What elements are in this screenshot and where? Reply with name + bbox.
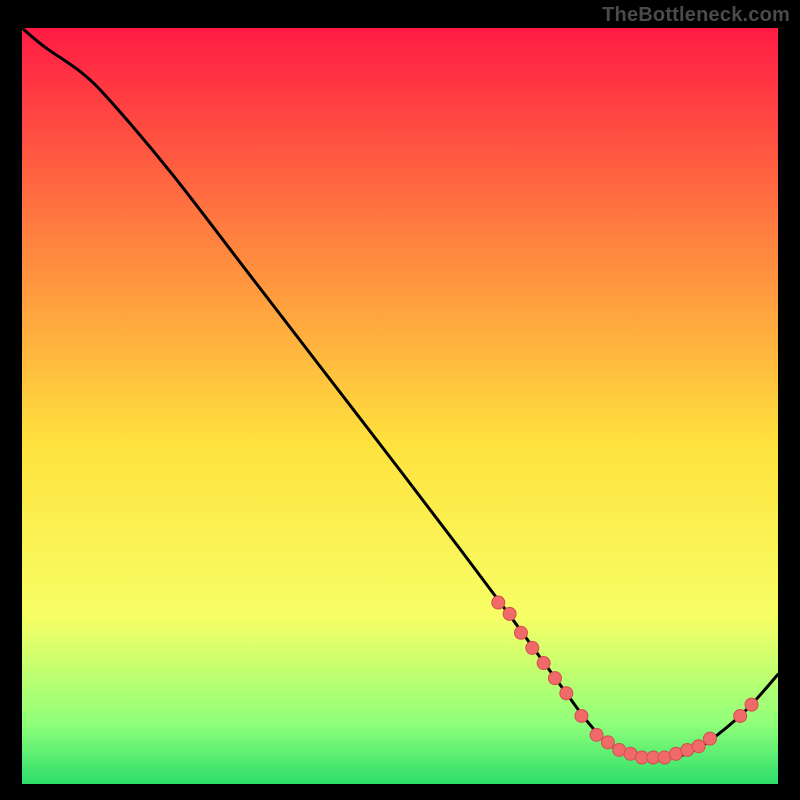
plot-area — [22, 28, 778, 784]
data-marker — [503, 607, 516, 620]
data-marker — [590, 728, 603, 741]
data-marker — [575, 709, 588, 722]
watermark-text: TheBottleneck.com — [602, 4, 790, 27]
data-marker — [548, 672, 561, 685]
data-marker — [703, 732, 716, 745]
data-marker — [601, 736, 614, 749]
data-marker — [526, 641, 539, 654]
chart-frame: TheBottleneck.com — [0, 0, 800, 800]
data-marker — [692, 740, 705, 753]
bottleneck-chart — [22, 28, 778, 784]
data-marker — [492, 596, 505, 609]
data-marker — [537, 657, 550, 670]
data-marker — [560, 687, 573, 700]
data-marker — [514, 626, 527, 639]
gradient-background — [22, 28, 778, 784]
data-marker — [745, 698, 758, 711]
data-marker — [734, 709, 747, 722]
